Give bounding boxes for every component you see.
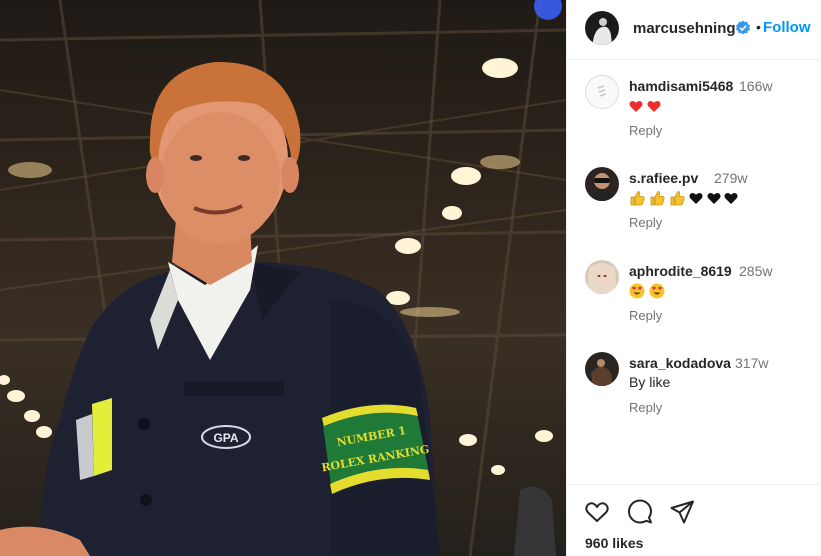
comment-username[interactable]: sara_kodadova (629, 355, 731, 371)
owner-avatar[interactable] (585, 11, 619, 45)
comment-item: sara_kodadova 317w By like Reply (567, 352, 821, 436)
comment-time[interactable]: 279w (714, 170, 747, 186)
red-heart-icon (629, 100, 643, 112)
heart-eyes-icon (649, 283, 665, 299)
comment-avatar[interactable] (585, 167, 619, 201)
share-icon[interactable] (669, 499, 695, 525)
default-avatar-icon (597, 85, 607, 97)
thumbs-up-icon (650, 191, 665, 206)
comment-time[interactable]: 285w (739, 263, 772, 279)
owner-username[interactable]: marcusehning (633, 20, 736, 37)
comment-avatar[interactable] (585, 352, 619, 386)
reply-button[interactable]: Reply (629, 400, 662, 415)
instagram-post: GPA NUMBER 1 ROLEX RANKING marcusehning … (0, 0, 821, 556)
reply-button[interactable]: Reply (629, 215, 662, 230)
separator-dot: • (756, 19, 761, 35)
jacket-logo: GPA (213, 431, 238, 445)
comment-item: aphrodite_8619 285w Reply (567, 260, 821, 344)
comments-panel: marcusehning • Follow hamdisami5468 166w… (566, 0, 821, 556)
comment-avatar[interactable] (585, 260, 619, 294)
heart-eyes-icon (629, 283, 645, 299)
black-heart-icon (707, 192, 721, 204)
black-heart-icon (689, 192, 703, 204)
follow-button[interactable]: Follow (763, 19, 811, 36)
reply-button[interactable]: Reply (629, 123, 662, 138)
post-header: marcusehning • Follow (567, 0, 821, 60)
comment-item: s.rafiee.pv 279w Reply (567, 167, 821, 251)
comment-time[interactable]: 317w (735, 355, 768, 371)
comment-avatar[interactable] (585, 75, 619, 109)
comment-time[interactable]: 166w (739, 78, 772, 94)
verified-badge-icon (736, 20, 750, 35)
post-photo[interactable]: GPA NUMBER 1 ROLEX RANKING (0, 0, 566, 556)
comment-text (629, 97, 665, 117)
reply-button[interactable]: Reply (629, 308, 662, 323)
post-actions: 960 likes (567, 484, 821, 556)
comment-item: hamdisami5468 166w Reply (567, 75, 821, 159)
likes-count[interactable]: 960 likes (585, 535, 643, 551)
black-heart-icon (724, 192, 738, 204)
like-heart-icon[interactable] (584, 499, 610, 525)
comment-text (629, 282, 669, 302)
photo-illustration: GPA NUMBER 1 ROLEX RANKING (0, 0, 566, 556)
comment-text: By like (629, 374, 671, 390)
comment-username[interactable]: s.rafiee.pv (629, 170, 698, 186)
thumbs-up-icon (670, 191, 685, 206)
comment-username[interactable]: aphrodite_8619 (629, 263, 732, 279)
comment-text (629, 189, 738, 209)
thumbs-up-icon (630, 191, 645, 206)
comment-icon[interactable] (627, 499, 653, 525)
red-heart-icon (647, 100, 661, 112)
comment-username[interactable]: hamdisami5468 (629, 78, 733, 94)
